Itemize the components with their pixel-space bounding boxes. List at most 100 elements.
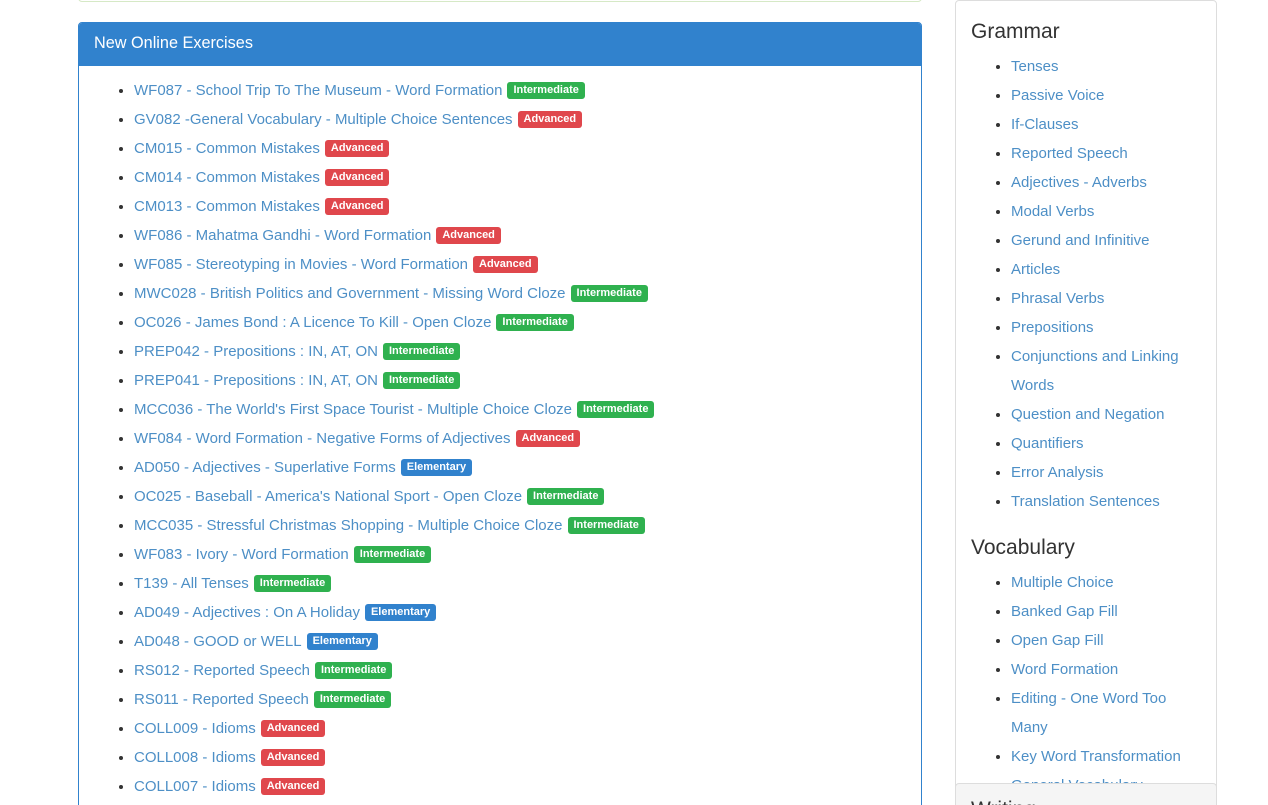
exercise-list-item: COLL006 - IdiomsAdvanced (134, 801, 906, 805)
page-title: New Online Exercises (94, 35, 906, 53)
exercise-list-item: AD048 - GOOD or WELLElementary (134, 627, 906, 656)
exercise-list-item: WF085 - Stereotyping in Movies - Word Fo… (134, 250, 906, 279)
level-badge: Intermediate (314, 691, 391, 708)
exercise-link[interactable]: RS012 - Reported Speech (134, 662, 310, 679)
level-badge: Intermediate (577, 401, 654, 418)
grammar-item-link[interactable]: Articles (1011, 261, 1060, 278)
grammar-item-link[interactable]: If-Clauses (1011, 116, 1079, 133)
exercise-list-item: WF087 - School Trip To The Museum - Word… (134, 76, 906, 105)
level-badge: Advanced (261, 778, 326, 795)
grammar-item-link[interactable]: Phrasal Verbs (1011, 290, 1104, 307)
exercise-link[interactable]: PREP042 - Prepositions : IN, AT, ON (134, 343, 378, 360)
level-badge: Intermediate (571, 285, 648, 302)
exercise-list-item: OC025 - Baseball - America's National Sp… (134, 482, 906, 511)
list-item: Quantifiers (1011, 429, 1201, 458)
grammar-list: Tenses Passive Voice If-Clauses Reported Sp… (971, 52, 1201, 516)
grammar-item-link[interactable]: Passive Voice (1011, 87, 1104, 104)
level-badge: Advanced (436, 227, 501, 244)
list-item: Gerund and Infinitive (1011, 226, 1201, 255)
exercise-link[interactable]: AD050 - Adjectives - Superlative Forms (134, 459, 396, 476)
exercise-link[interactable]: CM013 - Common Mistakes (134, 198, 320, 215)
exercise-list-item: AD050 - Adjectives - Superlative Forms El… (134, 453, 906, 482)
grammar-item-link[interactable]: Modal Verbs (1011, 203, 1094, 220)
vocabulary-item-link[interactable]: Editing - One Word Too Many (1011, 690, 1166, 736)
level-badge: Advanced (325, 169, 390, 186)
list-item: Word Formation (1011, 655, 1201, 684)
list-item: Question and Negation (1011, 400, 1201, 429)
exercise-link[interactable]: WF084 - Word Formation - Negative Forms … (134, 430, 511, 447)
exercise-list-item: COLL007 - Idioms Advanced (134, 772, 906, 801)
exercise-link[interactable]: OC025 - Baseball - America's National Sp… (134, 488, 522, 505)
exercise-link[interactable]: T139 - All Tenses (134, 575, 249, 592)
list-item: Translation Sentences (1011, 487, 1201, 516)
vocabulary-item-link[interactable]: Multiple Choice (1011, 574, 1114, 591)
list-item: Conjunctions and Linking Words (1011, 342, 1201, 400)
exercise-link[interactable]: WF083 - Ivory - Word Formation (134, 546, 349, 563)
exercise-list-item: T139 - All TensesIntermediate (134, 569, 906, 598)
writing-panel: Writing (955, 783, 1217, 805)
level-badge: Advanced (325, 198, 390, 215)
grammar-item-link[interactable]: Conjunctions and Linking Words (1011, 348, 1179, 394)
exercise-link[interactable]: MCC036 - The World's First Space Tourist… (134, 401, 572, 418)
exercise-link[interactable]: CM014 - Common Mistakes (134, 169, 320, 186)
exercise-list-item: WF086 - Mahatma Gandhi - Word Formation A… (134, 221, 906, 250)
grammar-item-link[interactable]: Gerund and Infinitive (1011, 232, 1149, 249)
level-badge: Advanced (261, 749, 326, 766)
exercise-list-item: MWC028 - British Politics and Government… (134, 279, 906, 308)
exercise-link[interactable]: COLL008 - Idioms (134, 749, 256, 766)
level-badge: Elementary (401, 459, 472, 476)
exercise-link[interactable]: COLL007 - Idioms (134, 778, 256, 795)
categories-panel-body: Grammar Tenses Passive Voice If-Clauses Rep… (956, 1, 1216, 805)
grammar-item-link[interactable]: Tenses (1011, 58, 1059, 75)
exercise-list-item: CM015 - Common Mistakes Advanced (134, 134, 906, 163)
new-online-exercises-panel: New Online Exercises WF087 - School Trip… (78, 22, 922, 805)
exercise-list-item: GV082 -General Vocabulary - Multiple Cho… (134, 105, 906, 134)
vocabulary-item-link[interactable]: Open Gap Fill (1011, 632, 1104, 649)
exercise-link[interactable]: AD048 - GOOD or WELL (134, 633, 302, 650)
level-badge: Intermediate (383, 372, 460, 389)
vocabulary-item-link[interactable]: Word Formation (1011, 661, 1118, 678)
panel-heading: New Online Exercises (79, 23, 921, 66)
exercise-list-item: AD049 - Adjectives : On A HolidayElement… (134, 598, 906, 627)
list-item: Adjectives - Adverbs (1011, 168, 1201, 197)
grammar-item-link[interactable]: Adjectives - Adverbs (1011, 174, 1147, 191)
exercise-list-item: MCC035 - Stressful Christmas Shopping - … (134, 511, 906, 540)
level-badge: Advanced (325, 140, 390, 157)
exercise-link[interactable]: GV082 -General Vocabulary - Multiple Cho… (134, 111, 513, 128)
vocabulary-item-link[interactable]: Banked Gap Fill (1011, 603, 1118, 620)
exercise-list-item: WF083 - Ivory - Word Formation Intermedia… (134, 540, 906, 569)
exercise-link[interactable]: OC026 - James Bond : A Licence To Kill -… (134, 314, 491, 331)
level-badge: Intermediate (527, 488, 604, 505)
list-item: Tenses (1011, 52, 1201, 81)
grammar-item-link[interactable]: Translation Sentences (1011, 493, 1160, 510)
exercise-link[interactable]: MWC028 - British Politics and Government… (134, 285, 566, 302)
list-item: Reported Speech (1011, 139, 1201, 168)
level-badge: Intermediate (354, 546, 431, 563)
exercise-link[interactable]: RS011 - Reported Speech (134, 691, 309, 708)
grammar-item-link[interactable]: Error Analysis (1011, 464, 1104, 481)
categories-panel: Grammar Tenses Passive Voice If-Clauses Rep… (955, 0, 1217, 805)
grammar-item-link[interactable]: Question and Negation (1011, 406, 1164, 423)
exercise-link[interactable]: AD049 - Adjectives : On A Holiday (134, 604, 360, 621)
level-badge: Intermediate (383, 343, 460, 360)
grammar-heading: Grammar (971, 1, 1201, 52)
exercise-link[interactable]: PREP041 - Prepositions : IN, AT, ON (134, 372, 378, 389)
exercise-list: WF087 - School Trip To The Museum - Word… (94, 76, 906, 805)
exercise-list-item: COLL009 - Idioms Advanced (134, 714, 906, 743)
grammar-item-link[interactable]: Prepositions (1011, 319, 1094, 336)
list-item: Prepositions (1011, 313, 1201, 342)
list-item: If-Clauses (1011, 110, 1201, 139)
exercise-link[interactable]: CM015 - Common Mistakes (134, 140, 320, 157)
vocabulary-item-link[interactable]: Key Word Transformation (1011, 748, 1181, 765)
grammar-item-link[interactable]: Quantifiers (1011, 435, 1084, 452)
exercise-link[interactable]: WF086 - Mahatma Gandhi - Word Formation (134, 227, 431, 244)
exercise-link[interactable]: WF085 - Stereotyping in Movies - Word Fo… (134, 256, 468, 273)
exercise-link[interactable]: WF087 - School Trip To The Museum - Word… (134, 82, 502, 99)
panel-body: WF087 - School Trip To The Museum - Word… (79, 66, 921, 805)
exercise-link[interactable]: MCC035 - Stressful Christmas Shopping - … (134, 517, 563, 534)
level-badge: Advanced (261, 720, 326, 737)
level-badge: Intermediate (507, 82, 584, 99)
list-item: Passive Voice (1011, 81, 1201, 110)
exercise-link[interactable]: COLL009 - Idioms (134, 720, 256, 737)
grammar-item-link[interactable]: Reported Speech (1011, 145, 1128, 162)
